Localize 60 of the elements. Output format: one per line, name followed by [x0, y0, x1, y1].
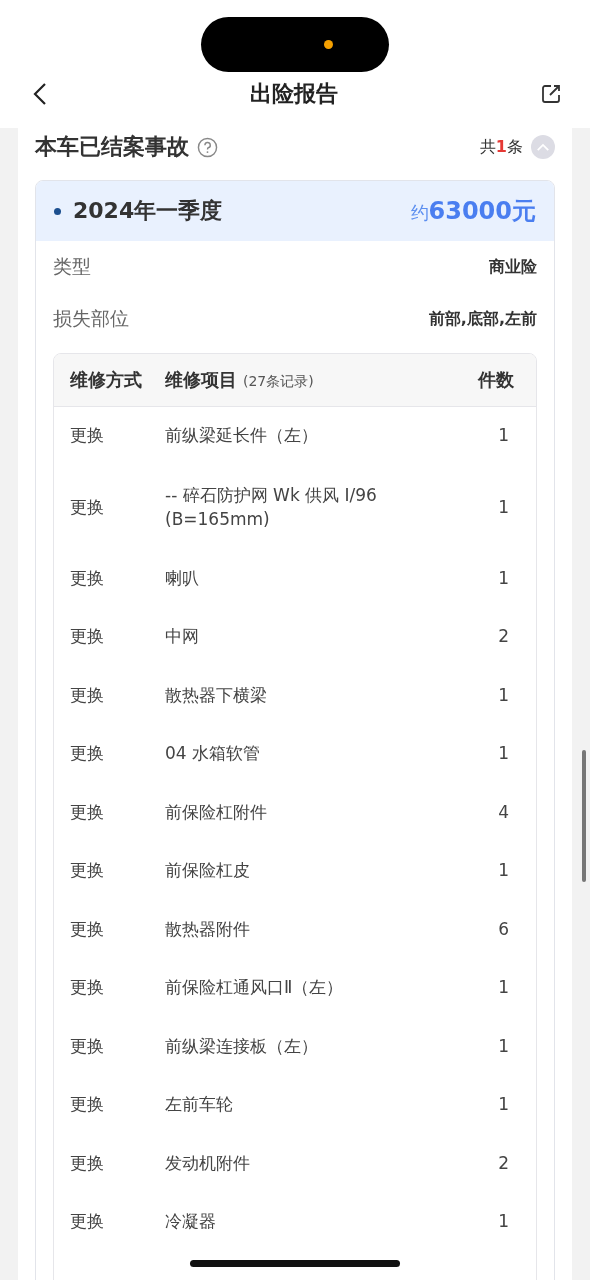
table-cell-text: 更换: [70, 424, 105, 448]
table-cell-text: 更换: [70, 1210, 105, 1234]
column-header: 维修方式: [70, 368, 143, 392]
table-cell-text: 1: [497, 495, 510, 519]
table-cell-text: 冷凝器: [165, 1210, 216, 1234]
table-cell-text: 更换: [70, 800, 105, 824]
help-icon[interactable]: [197, 136, 218, 158]
table-cell-text: 1: [497, 566, 510, 590]
table-cell-text: 6: [497, 917, 510, 941]
table-cell-text: 1: [497, 1034, 510, 1058]
column-header: 件数: [476, 368, 515, 392]
table-cell-text: 更换: [70, 976, 105, 1000]
table-cell-text: 更换: [70, 1093, 105, 1117]
table-cell-text: 更换: [70, 566, 105, 590]
field-label: 类型: [53, 254, 91, 279]
table-cell-text: 4: [497, 800, 510, 824]
field-label: 损失部位: [53, 306, 129, 331]
table-cell-text: 1: [497, 424, 510, 448]
section-title: 本车已结案事故: [35, 133, 189, 161]
table-cell-text: 1: [497, 1093, 510, 1117]
table-cell-text: 1: [497, 1210, 510, 1234]
table-cell-text: 散热器附件: [165, 917, 250, 941]
table-cell-text: 更换: [70, 1034, 105, 1058]
table-cell-text: 更换: [70, 495, 105, 519]
field-value: 商业险: [489, 256, 537, 278]
table-cell-text: 喇叭: [165, 566, 199, 590]
bullet-icon: [54, 207, 61, 215]
chevron-icon: [536, 142, 550, 152]
table-cell-text: 1: [497, 742, 510, 766]
table-cell-text: 1: [497, 976, 510, 1000]
table-cell-text: 更换: [70, 625, 105, 649]
table-cell-text: 更换: [70, 742, 105, 766]
table-cell-text: 1: [497, 859, 510, 883]
share-icon[interactable]: [540, 83, 562, 105]
table-cell-text: 前保险杠皮: [165, 859, 250, 883]
back-icon[interactable]: [33, 82, 47, 106]
table-cell-text: 左前车轮: [165, 1093, 233, 1117]
table-cell-text: 2: [497, 1151, 510, 1175]
page-title: 出险报告: [249, 80, 338, 108]
records-note: (27条记录): [243, 373, 314, 391]
column-header: 维修项目: [165, 368, 237, 392]
table-cell-text: 散热器下横梁: [165, 683, 267, 707]
table-cell-text: -- 碎石防护网 Wk 供风 I/96 (B=165mm): [165, 483, 378, 531]
table-cell-text: 更换: [70, 917, 105, 941]
table-cell-text: 更换: [70, 859, 105, 883]
table-cell-text: 2: [497, 625, 510, 649]
table-cell-text: 04 水箱软管: [165, 742, 261, 766]
table-cell-text: 更换: [70, 1151, 105, 1175]
record-count: 共1条: [479, 136, 523, 158]
table-cell-text: 中网: [165, 625, 199, 649]
table-cell-text: 前纵梁延长件（左）: [165, 424, 318, 448]
table-cell-text: 前保险杠通风口Ⅱ（左）: [165, 976, 344, 1000]
accident-period: 2024年一季度: [73, 197, 223, 225]
table-cell-text: 前保险杠附件: [165, 800, 267, 824]
accident-amount: 约63000元: [410, 196, 536, 227]
table-cell-text: 1: [497, 683, 510, 707]
table-cell-text: 更换: [70, 683, 105, 707]
table-cell-text: 发动机附件: [165, 1151, 250, 1175]
field-value: 前部,底部,左前: [428, 308, 537, 330]
table-cell-text: 前纵梁连接板（左）: [165, 1034, 318, 1058]
